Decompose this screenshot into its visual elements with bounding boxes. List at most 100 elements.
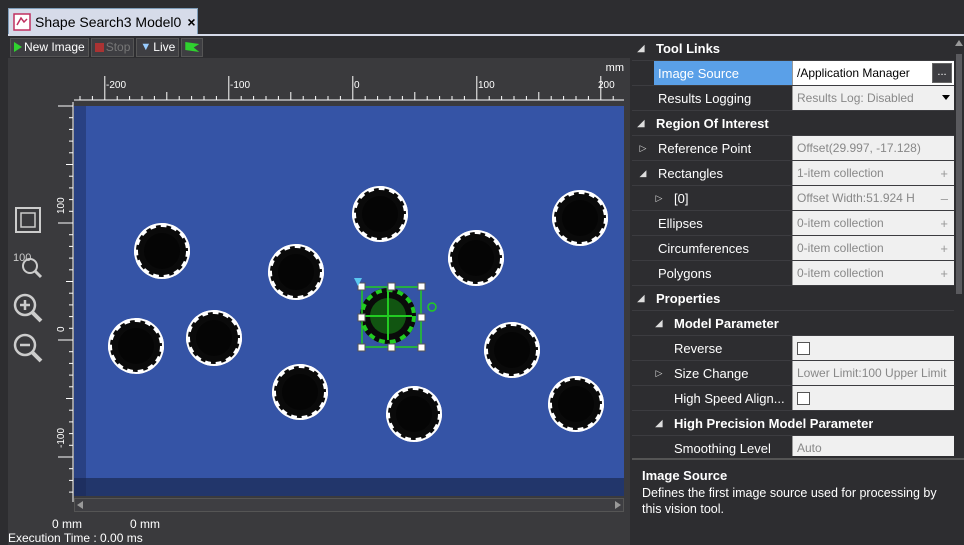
circumferences-value[interactable]: 0-item collection + xyxy=(792,236,954,260)
prop-ellipses[interactable]: Ellipses 0-item collection + xyxy=(632,211,954,236)
category-properties[interactable]: ◢ Properties xyxy=(632,286,954,311)
chip-object xyxy=(482,320,542,380)
close-icon[interactable]: × xyxy=(187,14,195,30)
prop-size-change[interactable]: ▷ Size Change Lower Limit:100 Upper Limi… xyxy=(632,361,954,386)
add-icon[interactable]: + xyxy=(940,216,948,231)
prop-polygons[interactable]: Polygons 0-item collection + xyxy=(632,261,954,286)
collapse-icon[interactable]: ◢ xyxy=(638,168,648,179)
zoom-100-icon[interactable]: 100 xyxy=(10,246,46,282)
prop-value: 0-item collection xyxy=(797,216,884,230)
new-image-label: New Image xyxy=(24,40,85,54)
high-speed-checkbox[interactable] xyxy=(797,391,810,405)
category-high-precision[interactable]: ◢ High Precision Model Parameter xyxy=(632,411,954,436)
cursor-y-readout: 0 mm xyxy=(130,517,160,531)
ruler-label: 200 xyxy=(598,80,615,91)
remove-icon[interactable]: – xyxy=(941,191,948,206)
prop-value: Offset(29.997, -17.128) xyxy=(797,141,921,155)
collapse-icon[interactable]: ◢ xyxy=(636,43,646,54)
reference-point-value[interactable]: Offset(29.997, -17.128) xyxy=(792,136,954,160)
fit-to-window-icon[interactable] xyxy=(10,202,46,238)
ruler-label: 100 xyxy=(56,197,67,214)
prop-name: Size Change xyxy=(674,365,749,381)
zoom-in-icon[interactable] xyxy=(10,290,46,326)
reverse-checkbox[interactable] xyxy=(797,341,810,355)
horizontal-ruler: mm -200 -100 0 100 200 xyxy=(8,58,630,102)
rectangle-0-value[interactable]: Offset Width:51.924 H – xyxy=(792,186,954,210)
prop-value: Offset Width:51.924 H xyxy=(797,191,915,205)
prop-name: Reverse xyxy=(674,340,723,356)
rectangles-value[interactable]: 1-item collection + xyxy=(792,161,954,185)
view-tools: 100 xyxy=(10,202,48,372)
prop-reference-point[interactable]: ▷ Reference Point Offset(29.997, -17.128… xyxy=(632,136,954,161)
image-source-value[interactable]: /Application Manager ... xyxy=(792,61,954,85)
horizontal-scrollbar[interactable] xyxy=(74,498,624,512)
live-icon: ▼ xyxy=(140,41,152,53)
stop-icon xyxy=(94,42,104,52)
collapse-icon[interactable]: ◢ xyxy=(654,418,664,429)
ellipses-value[interactable]: 0-item collection + xyxy=(792,211,954,235)
prop-value: /Application Manager xyxy=(797,66,910,80)
polygons-value[interactable]: 0-item collection + xyxy=(792,261,954,285)
flag-icon xyxy=(185,42,200,52)
image-canvas[interactable] xyxy=(74,106,624,496)
category-label: Region Of Interest xyxy=(656,115,769,131)
prop-value: Lower Limit:100 Upper Limit xyxy=(797,366,947,380)
prop-name: Image Source xyxy=(658,65,739,81)
size-change-value[interactable]: Lower Limit:100 Upper Limit xyxy=(792,361,954,385)
category-tool-links[interactable]: ◢ Tool Links xyxy=(632,36,954,61)
live-button[interactable]: ▼ Live xyxy=(136,37,180,57)
chip-object xyxy=(270,362,330,422)
browse-button[interactable]: ... xyxy=(932,63,952,83)
prop-high-speed-alignment[interactable]: High Speed Align... xyxy=(632,386,954,411)
collapse-icon[interactable]: ◢ xyxy=(654,318,664,329)
results-logging-select[interactable]: Results Log: Disabled xyxy=(792,86,954,110)
tab-shape-search-model[interactable]: Shape Search3 Model0 × xyxy=(8,8,198,34)
prop-name: Circumferences xyxy=(658,240,750,256)
chip-object xyxy=(184,308,244,368)
scroll-right-icon[interactable] xyxy=(615,501,621,509)
category-model-parameter[interactable]: ◢ Model Parameter xyxy=(632,311,954,336)
description-body: Defines the first image source used for … xyxy=(642,486,937,516)
smoothing-value[interactable]: Auto xyxy=(792,436,954,456)
image-viewer: New Image Stop ▼ Live mm -200 -100 0 100… xyxy=(8,36,630,545)
add-icon[interactable]: + xyxy=(940,241,948,256)
add-icon[interactable]: + xyxy=(940,166,948,181)
scroll-up-icon[interactable] xyxy=(955,40,963,46)
property-scrollbar[interactable] xyxy=(954,36,964,456)
ruler-label: -100 xyxy=(56,428,67,448)
expand-icon[interactable]: ▷ xyxy=(654,368,664,379)
add-icon[interactable]: + xyxy=(940,266,948,281)
prop-smoothing-level[interactable]: Smoothing Level Auto xyxy=(632,436,954,456)
ruler-label: 100 xyxy=(478,80,495,91)
scroll-left-icon[interactable] xyxy=(77,501,83,509)
category-roi[interactable]: ◢ Region Of Interest xyxy=(632,111,954,136)
chip-object xyxy=(550,188,610,248)
chip-object xyxy=(384,384,444,444)
prop-results-logging[interactable]: Results Logging Results Log: Disabled xyxy=(632,86,954,111)
tab-strip: Shape Search3 Model0 × xyxy=(0,0,964,36)
reverse-value xyxy=(792,336,954,360)
prop-rectangle-0[interactable]: ▷ [0] Offset Width:51.924 H – xyxy=(632,186,954,211)
scroll-thumb[interactable] xyxy=(956,54,962,294)
ruler-label: -200 xyxy=(106,80,126,91)
prop-image-source[interactable]: Image Source /Application Manager ... xyxy=(632,61,954,86)
chip-object xyxy=(132,221,192,281)
collapse-icon[interactable]: ◢ xyxy=(636,118,646,129)
expand-icon[interactable]: ▷ xyxy=(654,193,664,204)
zoom-out-icon[interactable] xyxy=(10,330,46,366)
stop-button[interactable]: Stop xyxy=(90,37,135,57)
chip-object xyxy=(106,316,166,376)
prop-name: Rectangles xyxy=(658,165,724,181)
dropdown-arrow-icon[interactable] xyxy=(942,95,950,100)
prop-rectangles[interactable]: ◢ Rectangles 1-item collection + xyxy=(632,161,954,186)
new-image-button[interactable]: New Image xyxy=(10,37,89,57)
category-label: Properties xyxy=(656,290,721,306)
vruler-ticks: 100 0 -100 xyxy=(56,102,74,502)
collapse-icon[interactable]: ◢ xyxy=(636,293,646,304)
prop-reverse[interactable]: Reverse xyxy=(632,336,954,361)
prop-circumferences[interactable]: Circumferences 0-item collection + xyxy=(632,236,954,261)
expand-icon[interactable]: ▷ xyxy=(638,143,648,154)
live-label: Live xyxy=(153,40,176,54)
flag-button[interactable] xyxy=(181,37,204,57)
prop-name: High Speed Align... xyxy=(674,390,785,406)
